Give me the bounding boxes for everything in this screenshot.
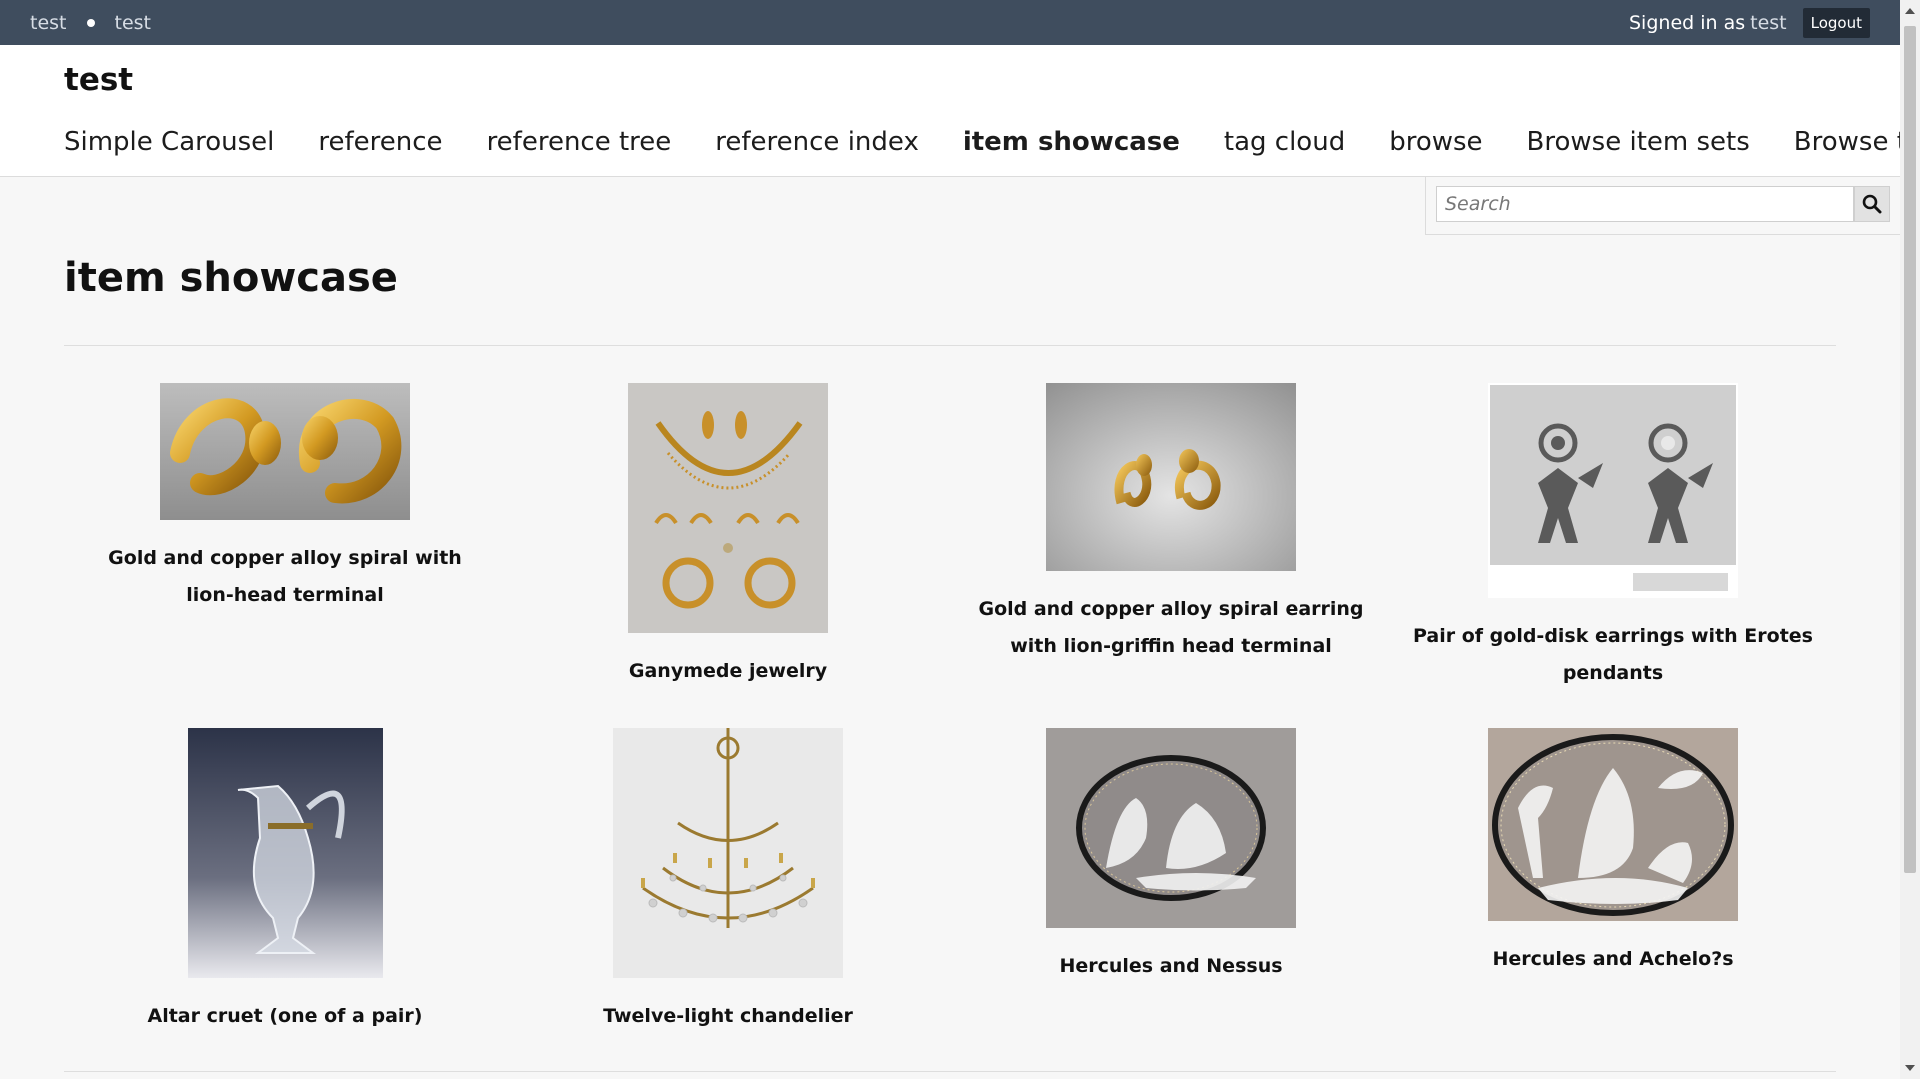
scroll-up-icon[interactable] (1905, 8, 1915, 14)
nav-item-reference-tree[interactable]: reference tree (487, 127, 672, 157)
site-switcher: test test (30, 0, 151, 45)
nav-item-simple-carousel[interactable]: Simple Carousel (64, 127, 274, 157)
erotes-earrings-image[interactable] (1488, 383, 1738, 598)
site-link[interactable]: test (115, 12, 152, 34)
admin-bar: test test Signed in as test Logout (0, 0, 1900, 45)
user-link[interactable]: test (1750, 12, 1787, 34)
cameo-image[interactable] (1046, 728, 1296, 928)
divider (64, 1071, 1836, 1072)
showcase-item[interactable]: Hercules and Nessus (971, 728, 1371, 985)
scroll-down-icon[interactable] (1905, 1065, 1915, 1071)
spiral-earrings-image[interactable] (1046, 383, 1296, 571)
search-input[interactable] (1436, 186, 1854, 222)
site-title[interactable]: test (64, 62, 133, 98)
item-title[interactable]: Altar cruet (one of a pair) (85, 998, 485, 1035)
item-title[interactable]: Gold and copper alloy spiral earring wit… (971, 591, 1371, 665)
logout-button[interactable]: Logout (1802, 7, 1870, 38)
separator-dot-icon (86, 18, 95, 27)
glass-cruet-image[interactable] (187, 728, 383, 978)
user-area: Signed in as test Logout (1629, 0, 1870, 45)
item-title[interactable]: Hercules and Achelo?s (1413, 941, 1813, 978)
gold-spiral-image[interactable] (160, 383, 410, 520)
divider (64, 345, 1836, 346)
item-title[interactable]: Pair of gold-disk earrings with Erotes p… (1413, 618, 1813, 692)
showcase-item[interactable]: Twelve-light chandelier (528, 728, 928, 1035)
item-title[interactable]: Hercules and Nessus (971, 948, 1371, 985)
scrollbar-thumb[interactable] (1904, 26, 1916, 873)
item-title[interactable]: Gold and copper alloy spiral with lion-h… (85, 540, 485, 614)
page-scrollbar[interactable] (1900, 0, 1920, 1079)
chandelier-image[interactable] (613, 728, 843, 978)
nav-item-browse[interactable]: browse (1389, 127, 1482, 157)
site-link[interactable]: test (30, 12, 67, 34)
main-nav: Simple Carousel reference reference tree… (64, 127, 1920, 157)
item-title[interactable]: Twelve-light chandelier (528, 998, 928, 1035)
showcase-item[interactable]: Hercules and Achelo?s (1413, 728, 1813, 978)
item-title[interactable]: Ganymede jewelry (528, 653, 928, 690)
page-title: item showcase (64, 255, 398, 301)
showcase-item[interactable]: Pair of gold-disk earrings with Erotes p… (1413, 383, 1813, 692)
search-icon (1862, 194, 1882, 214)
showcase-item[interactable]: Altar cruet (one of a pair) (85, 728, 485, 1035)
signed-in-label: Signed in as (1629, 11, 1746, 34)
nav-item-item-showcase[interactable]: item showcase (963, 127, 1180, 157)
nav-item-reference[interactable]: reference (318, 127, 442, 157)
showcase-item[interactable]: Ganymede jewelry (528, 383, 928, 690)
showcase-item[interactable]: Gold and copper alloy spiral earring wit… (971, 383, 1371, 665)
nav-item-browse-item-sets[interactable]: Browse item sets (1527, 127, 1750, 157)
jewelry-set-image[interactable] (628, 383, 828, 633)
nav-item-reference-index[interactable]: reference index (715, 127, 919, 157)
search-button[interactable] (1854, 186, 1890, 222)
cameo-image[interactable] (1488, 728, 1738, 921)
site-header: test Simple Carousel reference reference… (0, 45, 1920, 177)
nav-item-tag-cloud[interactable]: tag cloud (1224, 127, 1345, 157)
showcase-item[interactable]: Gold and copper alloy spiral with lion-h… (85, 383, 485, 614)
search-form (1425, 177, 1901, 235)
